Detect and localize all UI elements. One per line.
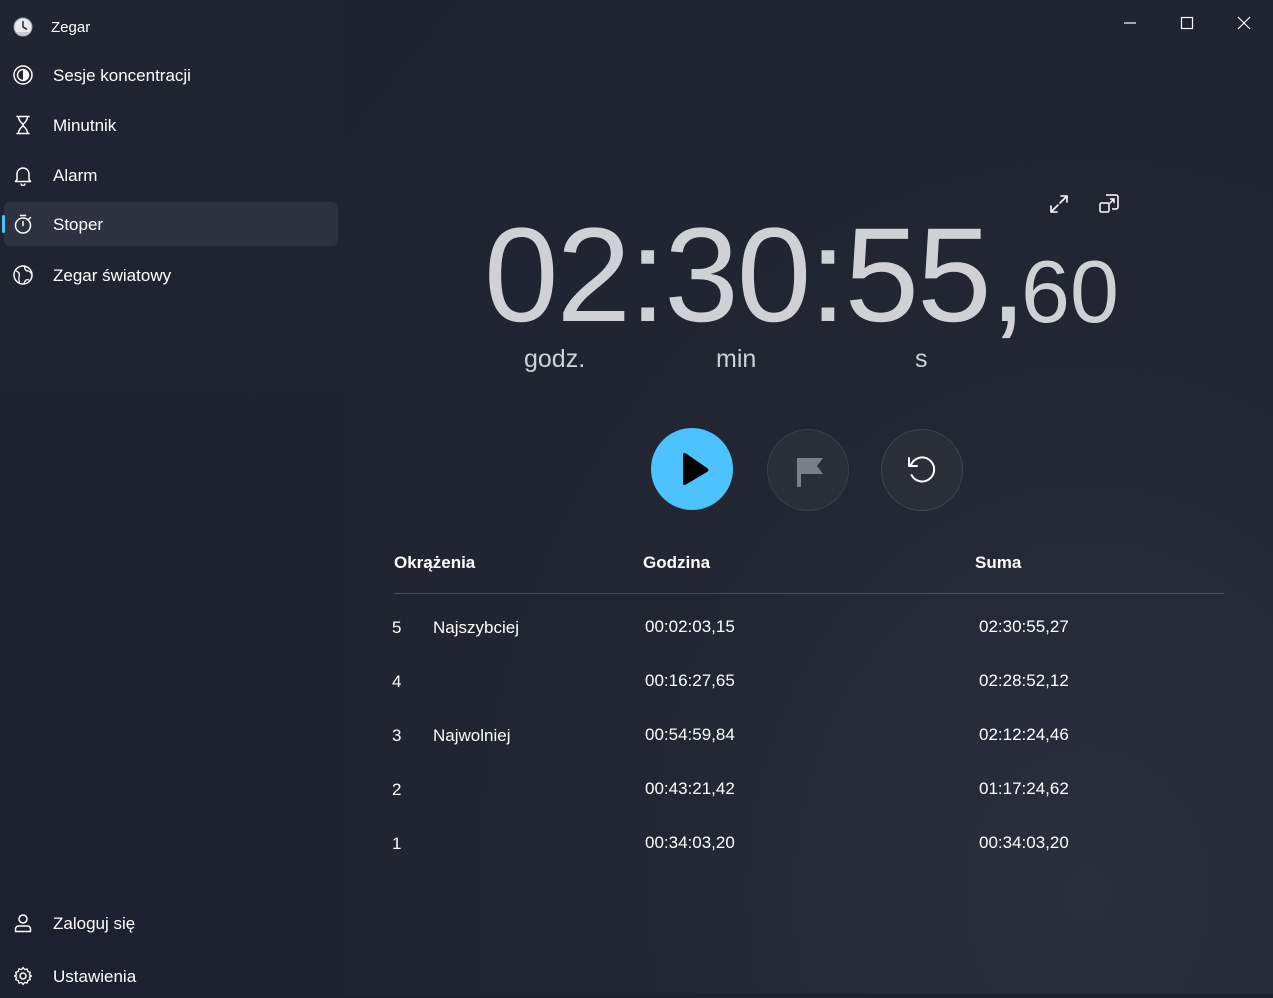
reset-icon — [908, 456, 936, 483]
sidebar-item-stopwatch[interactable]: Stoper — [2, 202, 338, 246]
sidebar-item-focus-sessions[interactable]: Sesje koncentracji — [4, 53, 338, 97]
sidebar-item-timer[interactable]: Minutnik — [4, 103, 338, 147]
table-row: 1 00:34:03,20 00:34:03,20 — [344, 826, 1273, 866]
lap-number: 1 — [392, 834, 402, 853]
sidebar-item-label: Minutnik — [53, 116, 117, 135]
stopwatch-icon — [14, 214, 32, 234]
lap-number: 5 — [392, 618, 402, 637]
expand-icon[interactable] — [1047, 192, 1071, 216]
person-icon — [14, 914, 32, 933]
lap-total: 01:17:24,62 — [979, 779, 1069, 798]
maximize-icon — [1180, 16, 1194, 30]
sidebar-item-settings[interactable]: Ustawienia — [4, 954, 338, 998]
lap-time: 00:02:03,15 — [645, 617, 735, 636]
close-button[interactable] — [1224, 8, 1264, 38]
sidebar-item-sign-in[interactable]: Zaloguj się — [4, 901, 338, 945]
reset-button[interactable] — [881, 429, 963, 511]
sidebar-item-alarm[interactable]: Alarm — [4, 153, 338, 197]
selection-indicator — [2, 215, 5, 233]
lap-tag: Najszybciej — [433, 618, 519, 637]
compact-overlay-icon[interactable] — [1097, 192, 1121, 216]
sidebar-item-label: Alarm — [53, 166, 98, 185]
minimize-button[interactable] — [1110, 8, 1150, 38]
lap-number: 3 — [392, 726, 402, 745]
hours-unit-label: godz. — [524, 345, 586, 373]
lap-button[interactable] — [767, 429, 849, 511]
total-column-header: Suma — [975, 553, 1022, 572]
focus-icon — [13, 65, 33, 85]
lap-time: 00:43:21,42 — [645, 779, 735, 798]
lap-time: 00:16:27,65 — [645, 671, 735, 690]
minimize-icon — [1124, 22, 1136, 24]
close-icon — [1237, 16, 1251, 30]
header-divider — [394, 593, 1224, 594]
lap-time: 00:34:03,20 — [645, 833, 735, 852]
hourglass-icon — [16, 115, 30, 135]
gear-icon — [13, 966, 33, 986]
start-button[interactable] — [651, 428, 733, 510]
lap-tag: Najwolniej — [433, 726, 511, 745]
lap-total: 02:12:24,46 — [979, 725, 1069, 744]
lap-total: 02:30:55,27 — [979, 617, 1069, 636]
maximize-button[interactable] — [1167, 8, 1207, 38]
laps-column-header: Okrążenia — [394, 553, 476, 572]
lap-number: 4 — [392, 672, 402, 691]
sidebar-item-world-clock[interactable]: Zegar światowy — [4, 253, 338, 297]
sidebar-item-label: Stoper — [53, 215, 104, 234]
play-icon — [683, 453, 709, 485]
app-title-bar: Zegar — [0, 14, 300, 42]
app-name: Zegar — [51, 19, 91, 36]
table-row: 4 00:16:27,65 02:28:52,12 — [344, 664, 1273, 704]
clock-app-icon — [13, 17, 33, 37]
stopwatch-page: 02:30:55, 60 godz. min s Okrążenia Godzi… — [344, 0, 1273, 994]
elapsed-time-display: 02:30:55, — [484, 201, 1027, 350]
table-row: 3 Najwolniej 00:54:59,84 02:12:24,46 — [344, 718, 1273, 758]
lap-total: 00:34:03,20 — [979, 833, 1069, 852]
flag-icon — [797, 458, 823, 487]
elapsed-time-hundredths: 60 — [1021, 242, 1119, 341]
sidebar: Zegar Sesje koncentracji Minutnik Alarm … — [0, 0, 344, 994]
globe-icon — [13, 265, 33, 285]
lap-number: 2 — [392, 780, 402, 799]
bell-icon — [14, 167, 32, 186]
lap-total: 02:28:52,12 — [979, 671, 1069, 690]
seconds-unit-label: s — [915, 345, 928, 373]
sidebar-item-label: Sesje koncentracji — [53, 66, 191, 85]
sidebar-item-label: Zaloguj się — [53, 914, 136, 933]
lap-time: 00:54:59,84 — [645, 725, 735, 744]
sidebar-item-label: Zegar światowy — [53, 266, 172, 285]
table-row: 5 Najszybciej 00:02:03,15 02:30:55,27 — [344, 610, 1273, 650]
lap-time-column-header: Godzina — [643, 553, 711, 572]
minutes-unit-label: min — [716, 345, 757, 373]
sidebar-item-label: Ustawienia — [53, 967, 137, 986]
table-row: 2 00:43:21,42 01:17:24,62 — [344, 772, 1273, 812]
